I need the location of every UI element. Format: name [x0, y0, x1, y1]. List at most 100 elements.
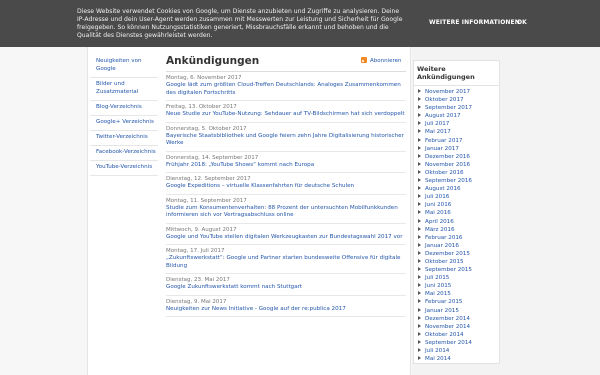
expand-triangle-icon[interactable]	[418, 299, 421, 304]
archive-month-label: Februar 2017	[425, 137, 463, 144]
post-title-link[interactable]: Frühjahr 2018: „YouTube Shows“ kommt nac…	[166, 162, 406, 170]
archive-month-link[interactable]: Oktober 2014	[418, 331, 499, 339]
archive-month-link[interactable]: September 2016	[418, 177, 499, 185]
archive-month-link[interactable]: Juli 2017	[418, 120, 499, 128]
expand-triangle-icon[interactable]	[418, 218, 421, 223]
archive-month-link[interactable]: September 2015	[418, 266, 499, 274]
archive-month-link[interactable]: September 2017	[418, 104, 499, 112]
post-entry: Montag, 17. Juli 2017 „Zukunftswerkstatt…	[166, 248, 406, 274]
archive-month-link[interactable]: Mai 2015	[418, 290, 499, 298]
archive-month-link[interactable]: August 2016	[418, 185, 499, 193]
archive-month-label: September 2017	[425, 105, 472, 112]
archive-month-link[interactable]: Januar 2016	[418, 242, 499, 250]
archive-month-link[interactable]: April 2016	[418, 218, 499, 226]
expand-triangle-icon[interactable]	[418, 250, 421, 255]
archive-month-link[interactable]: Dezember 2015	[418, 250, 499, 258]
nav-item-google-plus-verzeichnis[interactable]: Google+ Verzeichnis	[90, 116, 158, 131]
archive-month-link[interactable]: Oktober 2016	[418, 169, 499, 177]
post-title-link[interactable]: Google lädt zum größten Cloud-Treffen De…	[166, 82, 406, 97]
expand-triangle-icon[interactable]	[418, 242, 421, 247]
archive-month-link[interactable]: November 2016	[418, 161, 499, 169]
nav-item-bilder[interactable]: Bilder und Zusatzmaterial	[90, 78, 158, 101]
post-title-link[interactable]: Neue Studie zur YouTube-Nutzung: Sehdaue…	[166, 111, 406, 119]
archive-month-link[interactable]: Juli 2015	[418, 274, 499, 282]
expand-triangle-icon[interactable]	[418, 356, 421, 361]
archive-month-label: Februar 2015	[425, 299, 463, 306]
post-title-link[interactable]: Neuigkeiten zur News Initiative - Google…	[166, 306, 406, 314]
expand-triangle-icon[interactable]	[418, 258, 421, 263]
archive-month-link[interactable]: Januar 2017	[418, 145, 499, 153]
expand-triangle-icon[interactable]	[418, 113, 421, 118]
archive-month-link[interactable]: Juli 2016	[418, 193, 499, 201]
archive-month-link[interactable]: Dezember 2016	[418, 153, 499, 161]
archive-month-link[interactable]: Juli 2014	[418, 347, 499, 355]
post-title-link[interactable]: Google Zukunftswerkstatt kommt nach Stut…	[166, 284, 406, 292]
ok-button[interactable]: OK	[517, 19, 527, 26]
archive-month-link[interactable]: Januar 2015	[418, 307, 499, 315]
archive-month-label: Juni 2015	[425, 283, 452, 290]
archive-month-link[interactable]: Juni 2016	[418, 201, 499, 209]
expand-triangle-icon[interactable]	[418, 275, 421, 280]
more-info-button[interactable]: WEITERE INFORMATIONEN	[429, 19, 520, 26]
post-date: Dienstag, 12. September 2017	[166, 176, 251, 182]
post-title-link[interactable]: „Zukunftswerkstatt“: Google und Partner …	[166, 255, 406, 270]
archive-month-link[interactable]: August 2017	[418, 112, 499, 120]
nav-item-neuigkeiten[interactable]: Neuigkeiten von Google	[90, 55, 158, 78]
archive-month-link[interactable]: November 2014	[418, 323, 499, 331]
archive-month-link[interactable]: Mai 2014	[418, 355, 499, 363]
expand-triangle-icon[interactable]	[418, 105, 421, 110]
archive-month-link[interactable]: Mai 2017	[418, 128, 499, 136]
archive-month-label: Juni 2016	[425, 202, 452, 209]
nav-item-youtube-verzeichnis[interactable]: YouTube-Verzeichnis	[90, 161, 158, 176]
archive-month-link[interactable]: Februar 2017	[418, 137, 499, 145]
expand-triangle-icon[interactable]	[418, 145, 421, 150]
expand-triangle-icon[interactable]	[418, 291, 421, 296]
expand-triangle-icon[interactable]	[418, 194, 421, 199]
expand-triangle-icon[interactable]	[418, 186, 421, 191]
archive-month-link[interactable]: März 2016	[418, 226, 499, 234]
expand-triangle-icon[interactable]	[418, 339, 421, 344]
expand-triangle-icon[interactable]	[418, 348, 421, 352]
expand-triangle-icon[interactable]	[418, 202, 421, 207]
expand-triangle-icon[interactable]	[418, 129, 421, 134]
expand-triangle-icon[interactable]	[418, 153, 421, 158]
post-title-link[interactable]: Google Expeditions – virtuelle Klassenfa…	[166, 183, 406, 191]
expand-triangle-icon[interactable]	[418, 137, 421, 142]
subscribe-link[interactable]: Abonnieren	[361, 57, 402, 64]
archive-month-link[interactable]: Februar 2016	[418, 234, 499, 242]
archive-month-link[interactable]: September 2014	[418, 339, 499, 347]
expand-triangle-icon[interactable]	[418, 161, 421, 166]
post-date: Montag, 17. Juli 2017	[166, 248, 225, 254]
post-title-link[interactable]: Bayerische Staatsbibliothek und Google f…	[166, 133, 406, 148]
expand-triangle-icon[interactable]	[418, 169, 421, 174]
expand-triangle-icon[interactable]	[418, 226, 421, 231]
post-title-link[interactable]: Google und YouTube stellen digitalen Wer…	[166, 234, 406, 242]
expand-triangle-icon[interactable]	[418, 267, 421, 272]
nav-item-facebook-verzeichnis[interactable]: Facebook-Verzeichnis	[90, 146, 158, 161]
archive-month-label: September 2015	[425, 267, 472, 274]
archive-month-link[interactable]: Oktober 2015	[418, 258, 499, 266]
archive-month-link[interactable]: November 2017	[418, 88, 499, 96]
expand-triangle-icon[interactable]	[418, 315, 421, 320]
archive-month-label: Juli 2016	[425, 194, 450, 201]
post-title-link[interactable]: Studie zum Konsumentenverhalten: 88 Proz…	[166, 205, 406, 220]
expand-triangle-icon[interactable]	[418, 121, 421, 126]
expand-triangle-icon[interactable]	[418, 283, 421, 288]
archive-month-label: März 2016	[425, 226, 455, 233]
archive-month-link[interactable]: Juni 2015	[418, 282, 499, 290]
nav-item-blog-verzeichnis[interactable]: Blog-Verzeichnis	[90, 101, 158, 116]
expand-triangle-icon[interactable]	[418, 97, 421, 102]
expand-triangle-icon[interactable]	[418, 323, 421, 328]
expand-triangle-icon[interactable]	[418, 307, 421, 312]
expand-triangle-icon[interactable]	[418, 210, 421, 215]
archive-month-link[interactable]: Februar 2015	[418, 298, 499, 306]
expand-triangle-icon[interactable]	[418, 331, 421, 336]
archive-month-link[interactable]: Oktober 2017	[418, 96, 499, 104]
expand-triangle-icon[interactable]	[418, 89, 421, 93]
expand-triangle-icon[interactable]	[418, 234, 421, 239]
expand-triangle-icon[interactable]	[418, 178, 421, 183]
post-date: Freitag, 13. Oktober 2017	[166, 104, 237, 110]
archive-month-link[interactable]: Mai 2016	[418, 209, 499, 217]
nav-item-twitter-verzeichnis[interactable]: Twitter-Verzeichnis	[90, 131, 158, 146]
archive-month-link[interactable]: Dezember 2014	[418, 315, 499, 323]
